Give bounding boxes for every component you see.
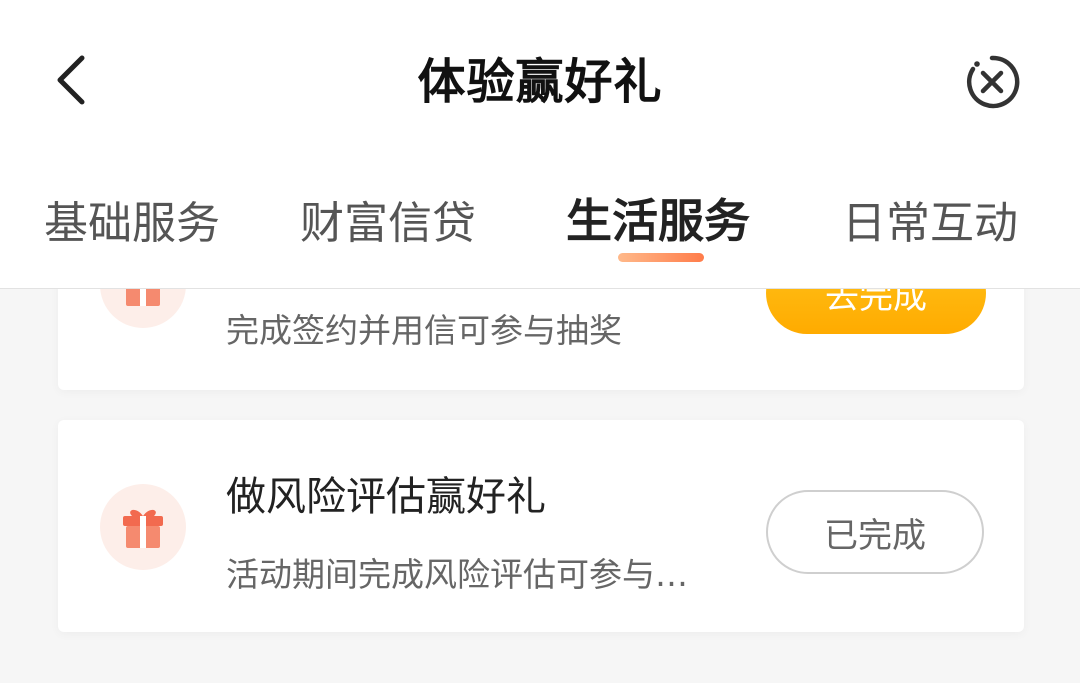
tab-basic-services[interactable]: 基础服务	[44, 187, 220, 251]
gift-icon	[100, 484, 186, 570]
task-description: 完成签约并用信可参与抽奖	[226, 311, 622, 350]
active-tab-indicator	[618, 253, 704, 262]
tab-life-services[interactable]: 生活服务	[566, 185, 750, 251]
category-tabs: 基础服务 财富信贷 生活服务 日常互动	[0, 145, 1080, 289]
task-title: 做风险评估赢好礼	[226, 474, 546, 520]
completed-button[interactable]: 已完成	[766, 490, 984, 574]
close-button[interactable]	[962, 52, 1022, 112]
tab-daily-interaction[interactable]: 日常互动	[842, 187, 1018, 251]
task-description: 活动期间完成风险评估可参与…	[226, 555, 688, 594]
task-card-risk-assessment: 做风险评估赢好礼 活动期间完成风险评估可参与… 已完成	[58, 420, 1024, 632]
tab-wealth-credit[interactable]: 财富信贷	[300, 187, 476, 251]
close-circle-icon	[967, 55, 1020, 109]
page-title: 体验赢好礼	[417, 54, 663, 110]
top-bar: 体验赢好礼	[0, 0, 1080, 160]
